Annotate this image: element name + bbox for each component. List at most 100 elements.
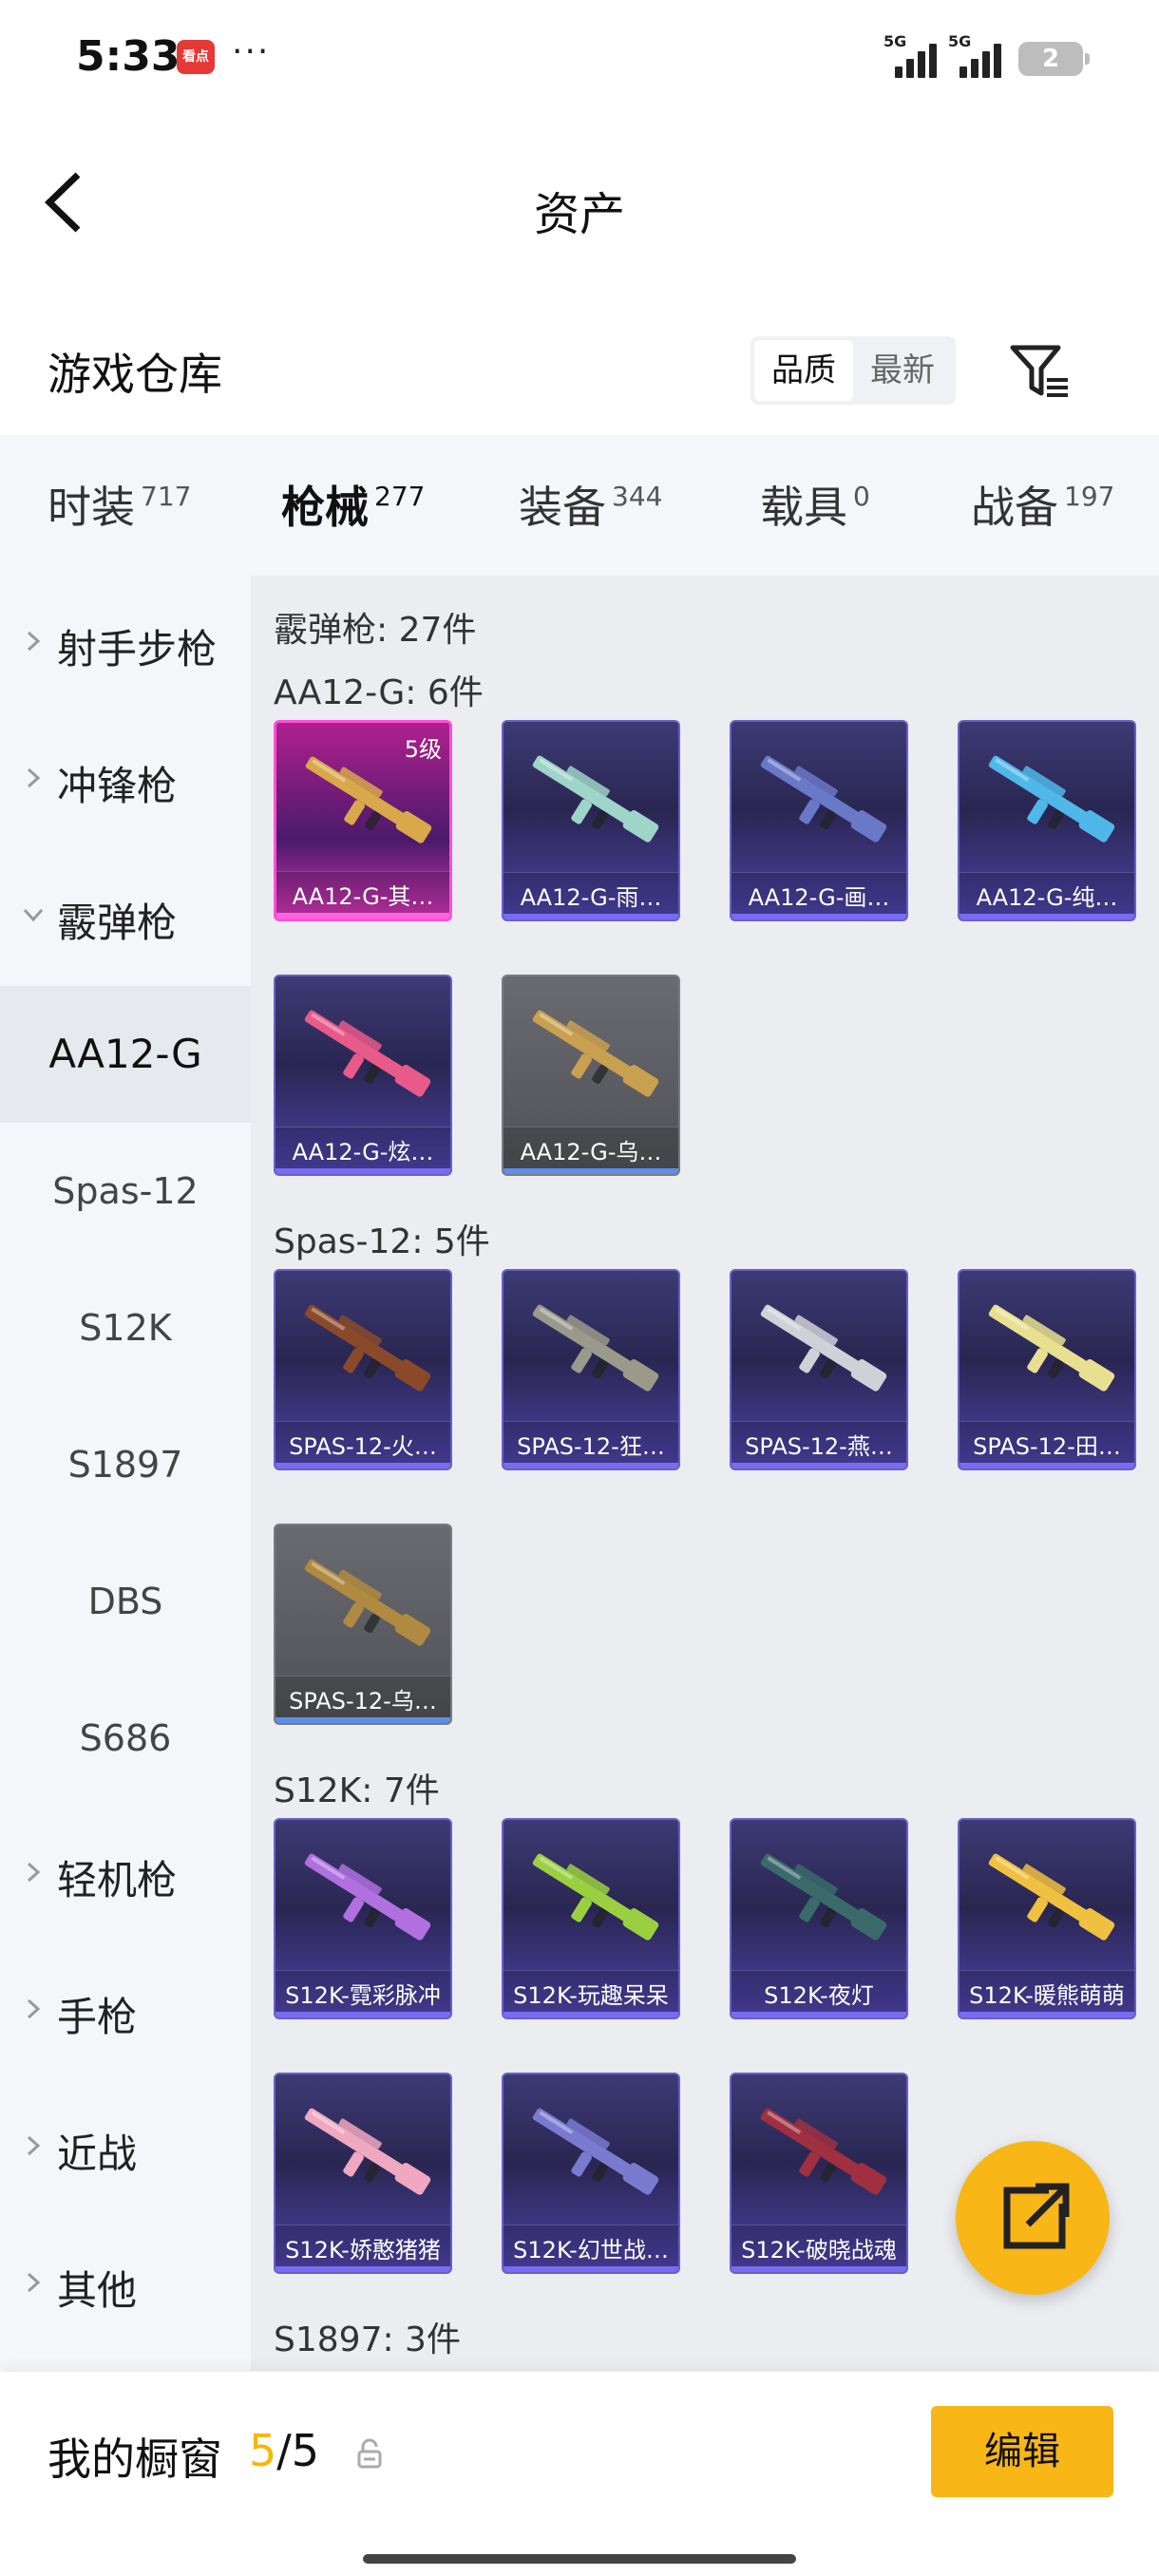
- tab-equipment[interactable]: 装备 344: [519, 473, 662, 559]
- weapon-card[interactable]: AA12-G-画…: [730, 720, 908, 921]
- showcase-count: 5/5: [249, 2425, 320, 2476]
- weapon-card[interactable]: AA12-G-乌…: [502, 975, 680, 1176]
- weapon-name: SPAS-12-火…: [289, 1433, 437, 1460]
- weapon-card[interactable]: S12K-霓彩脉冲: [274, 1818, 452, 2019]
- shotgun-icon: [304, 2108, 431, 2195]
- weapon-name: S12K-霓彩脉冲: [285, 1982, 441, 2009]
- shotgun-icon: [304, 1853, 431, 1941]
- weapon-card[interactable]: SPAS-12-狂…: [502, 1269, 680, 1470]
- sidebar-sub-s686[interactable]: S686: [0, 1670, 251, 1807]
- weapon-name: SPAS-12-田…: [973, 1433, 1121, 1460]
- weapon-name: S12K-破晓战魂: [741, 2237, 897, 2263]
- filter-button[interactable]: [1007, 338, 1074, 405]
- status-more-icon: ···: [232, 32, 271, 71]
- chevron-right-icon: [27, 2135, 41, 2156]
- status-bar: 5:33 看点 ··· 5G 5G 2: [0, 0, 1159, 114]
- weapon-grid: 霰弹枪: 27件 AA12-G: 6件 5级 AA12-G-其… AA12-G-雨… A…: [251, 576, 1159, 2371]
- sort-newest-button[interactable]: 最新: [853, 340, 952, 401]
- chevron-right-icon: [27, 767, 41, 788]
- sidebar-item-pistol[interactable]: 手枪: [0, 1943, 251, 2080]
- weapon-card[interactable]: SPAS-12-火…: [274, 1269, 452, 1470]
- section-label: S1897: 3件: [274, 2320, 461, 2359]
- showcase-bar: 我的橱窗 5/5 编辑: [0, 2371, 1159, 2576]
- signal-icon: 5G: [948, 32, 1005, 78]
- shotgun-icon: [304, 1304, 431, 1392]
- showcase-title: 我的橱窗: [48, 2434, 222, 2485]
- sidebar-item-melee[interactable]: 近战: [0, 2080, 251, 2217]
- home-indicator[interactable]: [363, 2554, 796, 2564]
- sidebar-sub-s1897[interactable]: S1897: [0, 1396, 251, 1533]
- weapon-name: AA12-G-乌…: [520, 1139, 662, 1165]
- weapon-card[interactable]: S12K-暖熊萌萌: [958, 1818, 1136, 2019]
- level-badge: 5级: [404, 736, 442, 763]
- external-link-icon: [1003, 2183, 1070, 2249]
- status-time: 5:33: [76, 32, 180, 81]
- share-button[interactable]: [956, 2141, 1110, 2295]
- weapon-card[interactable]: 5级 AA12-G-其…: [274, 720, 452, 921]
- weapon-card[interactable]: AA12-G-雨…: [502, 720, 680, 921]
- filter-icon: [1010, 345, 1068, 397]
- shotgun-icon: [988, 1853, 1115, 1941]
- shotgun-icon: [532, 755, 659, 843]
- weapon-name: SPAS-12-燕…: [745, 1433, 893, 1460]
- edit-button[interactable]: 编辑: [931, 2406, 1113, 2497]
- weapon-name: AA12-G-其…: [292, 883, 434, 910]
- sort-quality-button[interactable]: 品质: [754, 340, 853, 401]
- shotgun-icon: [988, 755, 1115, 843]
- weapon-card[interactable]: S12K-夜灯: [730, 1818, 908, 2019]
- weapon-card[interactable]: AA12-G-纯…: [958, 720, 1136, 921]
- shotgun-icon: [304, 1010, 431, 1097]
- shotgun-icon: [532, 1853, 659, 1941]
- chevron-right-icon: [27, 1998, 41, 2019]
- weapon-type-sidebar: 射手步枪 冲锋枪 霰弹枪 AA12-G Spas-12 S12K S1897 D…: [0, 576, 251, 2371]
- section-label: S12K: 7件: [274, 1771, 440, 1810]
- weapon-name: S12K-幻世战…: [513, 2237, 669, 2263]
- weapon-card[interactable]: S12K-破晓战魂: [730, 2073, 908, 2274]
- sidebar-item-lmg[interactable]: 轻机枪: [0, 1807, 251, 1943]
- warehouse-row: 游戏仓库 品质 最新: [0, 313, 1159, 427]
- shotgun-icon: [760, 2108, 887, 2195]
- weapon-card[interactable]: S12K-幻世战…: [502, 2073, 680, 2274]
- shotgun-icon: [532, 2108, 659, 2195]
- app-notification-icon: 看点: [177, 40, 215, 74]
- tab-fashion[interactable]: 时装 717: [48, 473, 191, 559]
- tab-vehicles[interactable]: 载具 0: [760, 473, 870, 559]
- weapon-name: S12K-暖熊萌萌: [969, 1982, 1125, 2009]
- sidebar-sub-s12k[interactable]: S12K: [0, 1260, 251, 1396]
- weapon-name: S12K-娇憨猪猪: [285, 2237, 441, 2263]
- sidebar-item-shotgun[interactable]: 霰弹枪: [0, 849, 251, 986]
- weapon-name: SPAS-12-狂…: [517, 1433, 665, 1460]
- weapon-name: AA12-G-炫…: [292, 1139, 434, 1165]
- weapon-card[interactable]: S12K-玩趣呆呆: [502, 1818, 680, 2019]
- sidebar-sub-dbs[interactable]: DBS: [0, 1533, 251, 1670]
- page-title: 资产: [533, 188, 625, 241]
- weapon-card[interactable]: AA12-G-炫…: [274, 975, 452, 1176]
- shotgun-icon: [532, 1304, 659, 1392]
- warehouse-title: 游戏仓库: [48, 349, 222, 400]
- sidebar-sub-spas12[interactable]: Spas-12: [0, 1123, 251, 1260]
- chevron-right-icon: [27, 631, 41, 652]
- weapon-card[interactable]: SPAS-12-乌…: [274, 1524, 452, 1725]
- tab-guns[interactable]: 枪械 277: [281, 473, 425, 585]
- top-header: 资产: [0, 142, 1159, 266]
- chevron-right-icon: [27, 2272, 41, 2293]
- weapon-name: SPAS-12-乌…: [289, 1688, 437, 1714]
- weapon-name: AA12-G-画…: [748, 884, 890, 911]
- shotgun-icon: [760, 1853, 887, 1941]
- chevron-down-icon: [23, 908, 44, 922]
- weapon-card[interactable]: SPAS-12-燕…: [730, 1269, 908, 1470]
- shotgun-icon: [760, 755, 887, 843]
- weapon-name: AA12-G-雨…: [520, 884, 662, 911]
- sidebar-item-other[interactable]: 其他: [0, 2217, 251, 2354]
- sidebar-item-smg[interactable]: 冲锋枪: [0, 712, 251, 849]
- shotgun-icon: [988, 1304, 1115, 1392]
- sidebar-sub-aa12g[interactable]: AA12-G: [0, 986, 251, 1123]
- signal-icon: 5G: [884, 32, 940, 78]
- weapon-card[interactable]: S12K-娇憨猪猪: [274, 2073, 452, 2274]
- chevron-right-icon: [27, 1862, 41, 1883]
- battery-icon: 2: [1018, 42, 1090, 76]
- weapon-card[interactable]: SPAS-12-田…: [958, 1269, 1136, 1470]
- sidebar-item-marksman-rifle[interactable]: 射手步枪: [0, 576, 251, 712]
- category-header: 霰弹枪: 27件: [274, 611, 477, 650]
- tab-supplies[interactable]: 战备 197: [971, 473, 1114, 559]
